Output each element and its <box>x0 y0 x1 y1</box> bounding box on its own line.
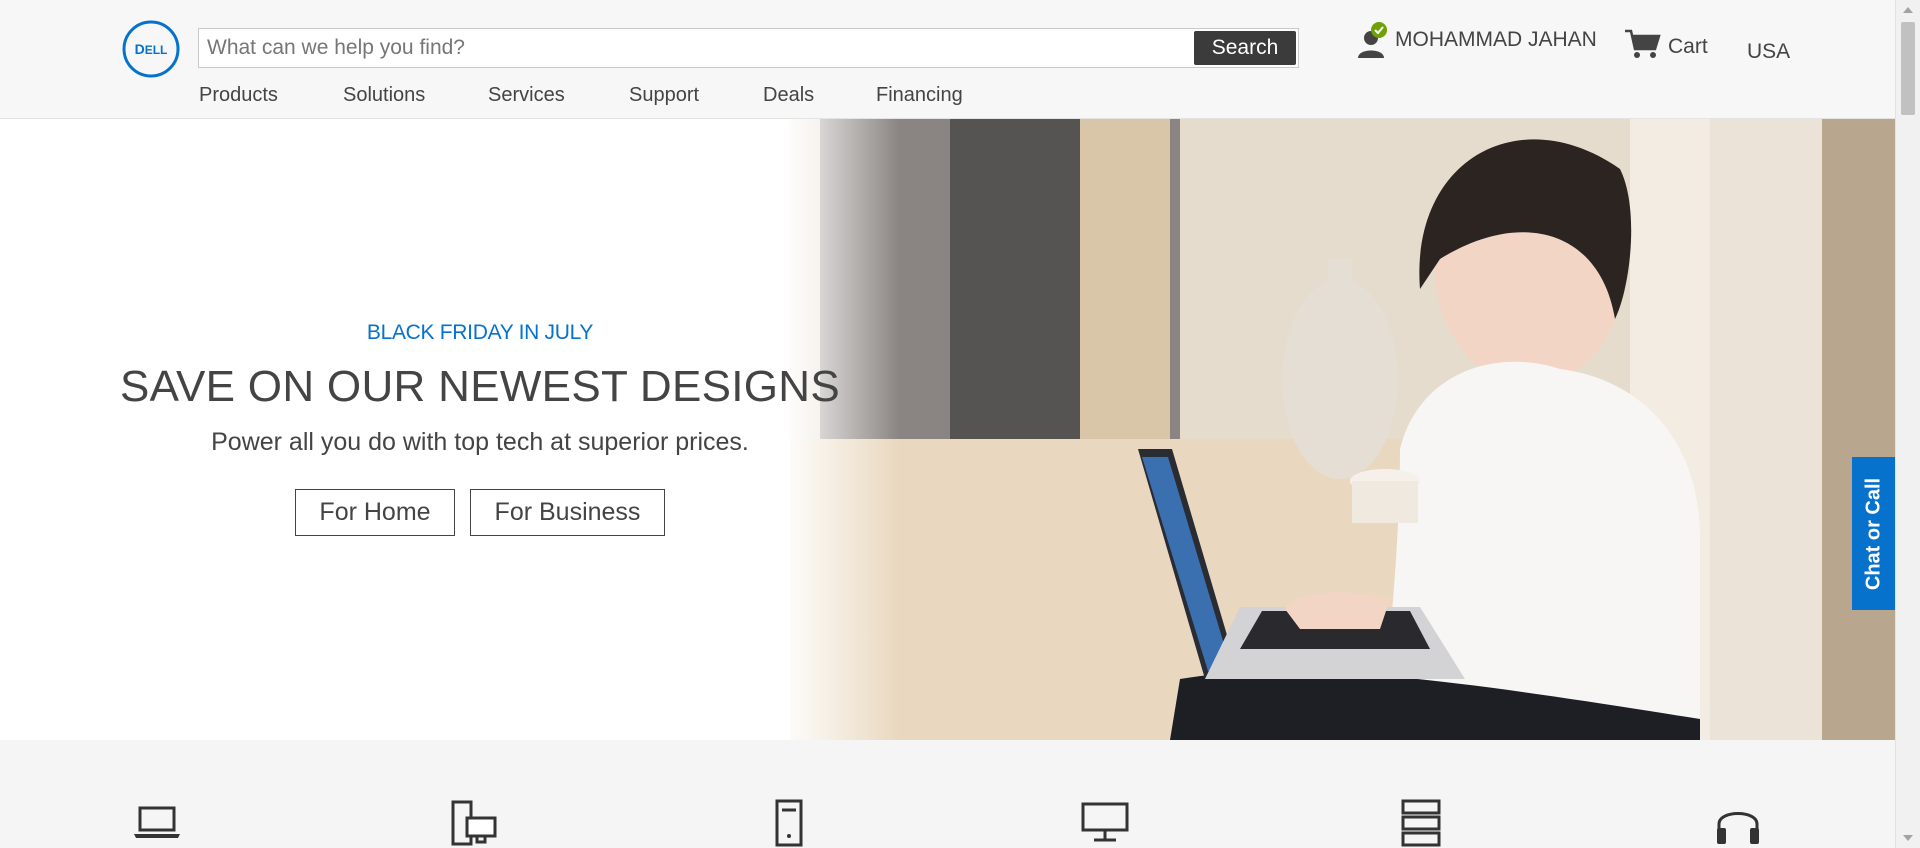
scroll-thumb[interactable] <box>1901 22 1915 115</box>
nav-item-deals[interactable]: Deals <box>763 84 876 107</box>
cart-link[interactable]: Cart <box>1624 28 1708 65</box>
cart-icon <box>1624 28 1662 65</box>
search-input[interactable] <box>207 29 1167 67</box>
hero-headline: SAVE ON OUR NEWEST DESIGNS <box>119 362 841 411</box>
headset-icon[interactable] <box>1713 798 1763 848</box>
search-button[interactable]: Search <box>1194 31 1296 65</box>
chat-or-call-tab[interactable]: Chat or Call <box>1852 457 1895 610</box>
laptop-icon[interactable] <box>132 798 182 848</box>
user-icon <box>1357 20 1393 60</box>
scroll-up-arrow-icon[interactable] <box>1896 0 1920 20</box>
hero-subline: Power all you do with top tech at superi… <box>211 428 749 456</box>
site-header: DELL Search MOHAMMAD JAHAN Cart USA <box>0 0 1895 119</box>
chat-tab-label: Chat or Call <box>1862 477 1884 590</box>
search-bar: Search <box>198 28 1299 68</box>
svg-text:DELL: DELL <box>135 41 168 57</box>
hero-eyebrow: BLACK FRIDAY IN JULY <box>366 321 594 344</box>
main-nav: Products Solutions Services Support Deal… <box>199 84 963 107</box>
nav-item-solutions[interactable]: Solutions <box>343 84 488 107</box>
monitor-icon[interactable] <box>1080 798 1130 848</box>
account-menu[interactable]: MOHAMMAD JAHAN <box>1357 20 1597 60</box>
for-home-button[interactable]: For Home <box>295 489 455 536</box>
hero-banner: BLACK FRIDAY IN JULY SAVE ON OUR NEWEST … <box>0 119 1895 740</box>
desktop-tower-icon[interactable] <box>449 798 499 848</box>
nav-item-products[interactable]: Products <box>199 84 343 107</box>
server-tower-icon[interactable] <box>764 798 814 848</box>
storage-rack-icon[interactable] <box>1396 798 1446 848</box>
checkmark-badge-icon <box>1371 22 1387 38</box>
nav-item-services[interactable]: Services <box>488 84 629 107</box>
category-strip <box>0 740 1895 848</box>
account-name: MOHAMMAD JAHAN <box>1395 28 1597 51</box>
nav-item-support[interactable]: Support <box>629 84 763 107</box>
cart-label: Cart <box>1668 34 1708 58</box>
dell-logo[interactable]: DELL <box>122 20 180 78</box>
page-scrollbar[interactable] <box>1895 0 1920 848</box>
country-selector[interactable]: USA <box>1747 40 1790 64</box>
nav-item-financing[interactable]: Financing <box>876 84 963 107</box>
hero-copy: BLACK FRIDAY IN JULY SAVE ON OUR NEWEST … <box>0 119 960 740</box>
for-business-button[interactable]: For Business <box>470 489 665 536</box>
scroll-down-arrow-icon[interactable] <box>1896 828 1920 848</box>
